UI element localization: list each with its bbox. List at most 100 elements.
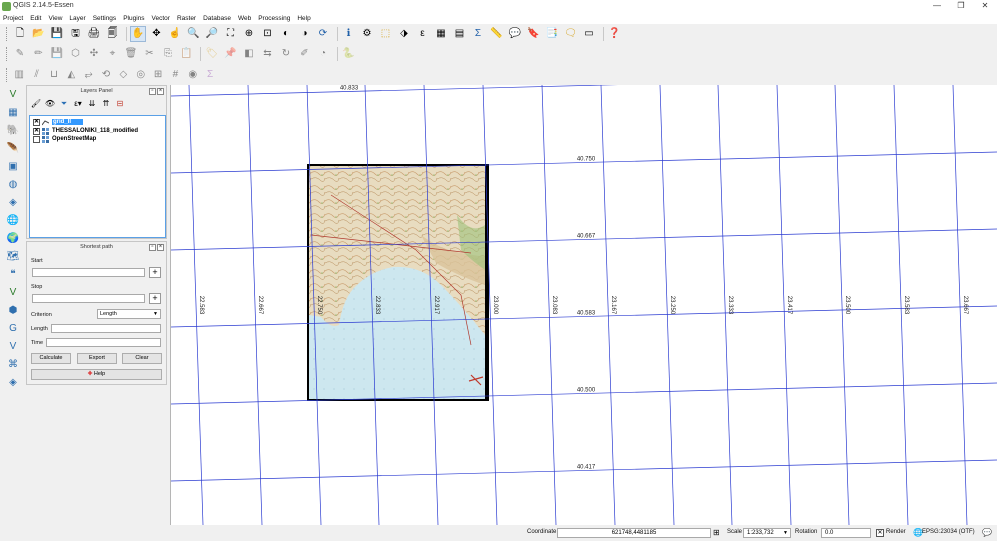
menu-processing[interactable]: Processing <box>258 15 290 22</box>
menu-vector[interactable]: Vector <box>152 15 170 22</box>
zoom-full-icon[interactable]: ⛶ <box>223 26 239 42</box>
print-composer-icon[interactable]: 🖨 <box>86 26 102 42</box>
expand-all-icon[interactable]: ⇊ <box>86 98 98 110</box>
add-feature-icon[interactable]: ⬡ <box>68 46 84 62</box>
statistics-icon[interactable]: Σ <box>470 26 486 42</box>
toggle-editing-icon[interactable]: ✏ <box>31 46 47 62</box>
add-osm-icon[interactable]: ◈ <box>5 375 21 391</box>
rotate-label-icon[interactable]: ↻ <box>278 46 294 62</box>
calculate-button[interactable]: Calculate <box>31 353 71 364</box>
save-as-icon[interactable]: 🖫 <box>68 26 84 42</box>
menu-settings[interactable]: Settings <box>93 15 117 22</box>
crs-status[interactable]: EPSG:23034 (OTF) <box>922 529 975 535</box>
zoom-in-icon[interactable]: 🔍 <box>186 26 202 42</box>
add-ring-icon[interactable]: ◎ <box>133 67 148 83</box>
offset-curve-icon[interactable]: ⥂ <box>81 67 96 83</box>
criterion-select[interactable]: Length ▼ <box>97 309 161 319</box>
coordinate-field[interactable]: 621748,4481185 <box>557 528 711 538</box>
field-calculator-icon[interactable]: ▦ <box>433 26 449 42</box>
close-button[interactable]: ✕ <box>972 0 997 13</box>
composer-manager-icon[interactable]: 🗐 <box>105 26 121 42</box>
add-virtual-layer-icon[interactable]: V <box>5 339 21 355</box>
zoom-to-selection-icon[interactable]: ⊕ <box>241 26 257 42</box>
add-wcs-icon[interactable]: 🌍 <box>5 231 21 247</box>
menu-raster[interactable]: Raster <box>177 15 196 22</box>
zoom-last-icon[interactable]: ◐ <box>278 26 294 42</box>
help-icon[interactable]: ❓ <box>607 26 623 42</box>
toolbar-grip[interactable] <box>6 47 9 61</box>
identify-icon[interactable]: ℹ <box>341 26 357 42</box>
pin-labels-icon[interactable]: 📌 <box>223 46 239 62</box>
help-button[interactable]: ✚ Help <box>31 369 162 380</box>
menu-edit[interactable]: Edit <box>30 15 41 22</box>
capture-start-button[interactable]: + <box>149 267 161 278</box>
pan-to-selection-icon[interactable]: ✥ <box>149 26 165 42</box>
add-oracle-icon[interactable]: ◍ <box>5 177 21 193</box>
select-by-expression-icon[interactable]: ε <box>415 26 431 42</box>
merge-features-icon[interactable]: ⊔ <box>47 67 62 83</box>
layer-item-osm[interactable]: OpenStreetMap <box>33 135 96 143</box>
current-edits-icon[interactable]: ✎ <box>12 46 28 62</box>
add-mssql-icon[interactable]: ▣ <box>5 159 21 175</box>
add-postgis-icon[interactable]: 🐘 <box>5 123 21 139</box>
stop-point-field[interactable] <box>32 294 145 303</box>
measure-icon[interactable]: ⚙ <box>359 26 375 42</box>
text-annotation-icon[interactable]: ▭ <box>581 26 597 42</box>
collapse-all-icon[interactable]: ⇈ <box>100 98 112 110</box>
add-group-icon[interactable]: 👁 <box>44 98 56 110</box>
save-edits-icon[interactable]: 💾 <box>49 46 65 62</box>
menu-help[interactable]: Help <box>297 15 310 22</box>
render-checkbox[interactable]: ✕ <box>876 529 884 537</box>
copy-features-icon[interactable]: ⎘ <box>160 46 176 62</box>
menu-web[interactable]: Web <box>238 15 251 22</box>
layer-visibility-checkbox[interactable] <box>33 135 40 143</box>
open-project-icon[interactable]: 📂 <box>31 26 47 42</box>
close-panel-button[interactable]: × <box>157 244 164 251</box>
map-tips-icon[interactable]: 🗨 <box>563 26 579 42</box>
attribute-icon[interactable]: Σ <box>203 67 218 83</box>
create-shapefile-icon[interactable]: V <box>5 285 21 301</box>
menu-database[interactable]: Database <box>203 15 231 22</box>
new-bookmark-icon[interactable]: 🔖 <box>526 26 542 42</box>
pan-map-icon[interactable]: ✋ <box>130 26 146 42</box>
toolbar-grip[interactable] <box>6 68 9 82</box>
filter-expression-icon[interactable]: ε▾ <box>72 98 84 110</box>
filter-legend-icon[interactable]: ⏷ <box>58 98 70 110</box>
layer-visibility-checkbox[interactable]: ✕ <box>33 118 40 126</box>
paste-features-icon[interactable]: 📋 <box>179 46 195 62</box>
capture-stop-button[interactable]: + <box>149 293 161 304</box>
menu-plugins[interactable]: Plugins <box>123 15 144 22</box>
toggle-extents-icon[interactable]: ⊞ <box>713 528 720 537</box>
change-label-icon[interactable]: ✐ <box>297 46 313 62</box>
add-wfs-icon[interactable]: 🗺 <box>5 249 21 265</box>
move-feature-icon[interactable]: ✣ <box>86 46 102 62</box>
reshape-icon[interactable]: ◭ <box>64 67 79 83</box>
maximize-button[interactable]: ❐ <box>948 0 974 13</box>
new-project-icon[interactable]: 🗋 <box>12 26 28 42</box>
grid-icon[interactable]: # <box>168 67 183 83</box>
fill-ring-icon[interactable]: ◉ <box>185 67 200 83</box>
add-raster-layer-icon[interactable]: ▦ <box>5 105 21 121</box>
add-wms-layer-icon[interactable]: ⌘ <box>5 357 21 373</box>
add-wms-icon[interactable]: 🌐 <box>5 213 21 229</box>
open-layer-styling-icon[interactable]: 🖌 <box>30 98 42 110</box>
python-console-icon[interactable]: 🐍 <box>341 46 357 62</box>
touch-zoom-icon[interactable]: ☝ <box>167 26 183 42</box>
measure-line-icon[interactable]: 📏 <box>489 26 505 42</box>
layer-item-grid[interactable]: ✕ grid_II <box>33 118 84 126</box>
annotation-icon[interactable]: 💬 <box>507 26 523 42</box>
menu-view[interactable]: View <box>48 15 62 22</box>
digitize-icon[interactable]: ▥ <box>12 67 27 83</box>
scale-field[interactable]: 1:233,732 ▼ <box>743 528 791 538</box>
simplify-icon[interactable]: ◇ <box>116 67 131 83</box>
delete-selected-icon[interactable]: 🗑 <box>123 46 139 62</box>
add-part-icon[interactable]: ⊞ <box>151 67 166 83</box>
add-spatialite-icon[interactable]: 🪶 <box>5 141 21 157</box>
add-vector-layer-icon[interactable]: V <box>5 87 21 103</box>
split-features-icon[interactable]: ⫽ <box>29 67 44 83</box>
start-point-field[interactable] <box>32 268 145 277</box>
float-panel-button[interactable]: ▫ <box>149 88 156 95</box>
zoom-to-layer-icon[interactable]: ⊡ <box>260 26 276 42</box>
menu-layer[interactable]: Layer <box>69 15 85 22</box>
minimize-button[interactable]: — <box>924 0 950 13</box>
